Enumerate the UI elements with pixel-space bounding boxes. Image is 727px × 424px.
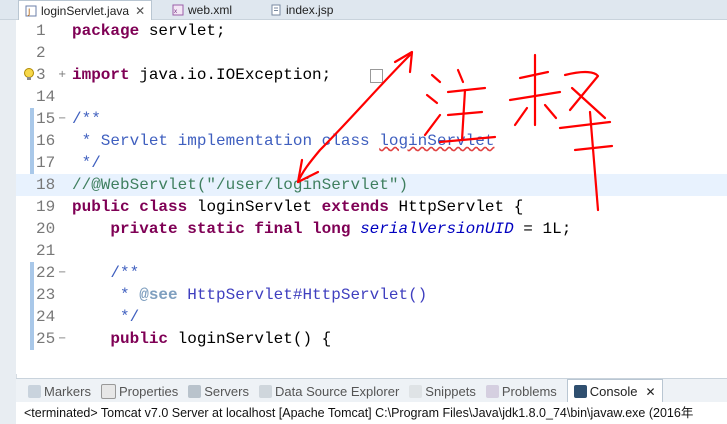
tab-label: loginServlet.java: [41, 4, 130, 18]
jsp-file-icon: [271, 4, 281, 15]
fold-collapse-icon[interactable]: −: [58, 108, 66, 130]
line-number: 19: [36, 198, 56, 216]
line-number: 21: [36, 242, 56, 260]
fold-collapse-icon[interactable]: −: [58, 262, 66, 284]
line-number: 16: [36, 132, 56, 150]
line-number: 2: [36, 44, 46, 62]
code-line: 19 public class loginServlet extends Htt…: [16, 196, 727, 218]
code-text: /**: [110, 264, 140, 282]
code-line: 2: [16, 42, 727, 64]
line-number: 14: [36, 88, 56, 106]
code-line: 3 + import java.io.IOException;: [16, 64, 727, 86]
code-line: 20 private static final long serialVersi…: [16, 218, 727, 240]
line-number: 1: [36, 22, 46, 40]
tab-problems[interactable]: Problems: [485, 384, 557, 399]
code-line: 17 */: [16, 152, 727, 174]
editor-tab-bar: J loginServlet.java ✕ x web.xml index.js…: [0, 0, 727, 21]
code-text: */: [72, 154, 101, 172]
code-line: 14: [16, 86, 727, 108]
code-text: import java.io.IOException;: [72, 66, 332, 84]
code-line: 25 − public loginServlet() {: [16, 328, 727, 350]
data-source-icon: [259, 384, 272, 398]
line-number: 22: [36, 264, 56, 282]
close-icon[interactable]: ✕: [135, 4, 145, 18]
code-editor[interactable]: 1 package servlet; 2 3 + import java.io.…: [16, 20, 727, 374]
line-number: 3: [36, 66, 46, 84]
code-text: //@WebServlet("/user/loginServlet"): [72, 176, 409, 194]
console-icon: [573, 385, 587, 398]
code-text: /**: [72, 110, 101, 128]
line-number: 25: [36, 330, 56, 348]
fold-expand-icon[interactable]: +: [58, 64, 66, 86]
code-text: public loginServlet() {: [110, 330, 332, 348]
code-line: 1 package servlet;: [16, 20, 727, 42]
console-status-line: <terminated> Tomcat v7.0 Server at local…: [16, 402, 727, 424]
line-number: 17: [36, 154, 56, 172]
code-text: * @see HttpServlet#HttpServlet(): [72, 286, 428, 304]
tab-data-source-explorer[interactable]: Data Source Explorer: [259, 384, 399, 399]
snippets-icon: [409, 384, 423, 398]
left-panel-strip: [0, 0, 17, 424]
code-line-current: 18 //@WebServlet("/user/loginServlet"): [16, 174, 727, 196]
tab-servers[interactable]: Servers: [188, 384, 249, 399]
close-icon[interactable]: ✕: [646, 385, 656, 399]
markers-icon: [28, 384, 41, 398]
code-line: 21: [16, 240, 727, 262]
java-file-icon: J: [25, 5, 37, 17]
tab-markers[interactable]: Markers: [28, 384, 91, 399]
line-number: 23: [36, 286, 56, 304]
code-text: package servlet;: [72, 22, 226, 40]
svg-text:x: x: [174, 8, 178, 15]
tab-web-xml[interactable]: x web.xml: [166, 0, 232, 19]
servers-icon: [188, 384, 202, 398]
code-line: 24 */: [16, 306, 727, 328]
tab-label: web.xml: [188, 2, 233, 17]
code-text: private static final long serialVersionU…: [110, 220, 572, 238]
properties-icon: [100, 383, 116, 399]
code-line: 23 * @see HttpServlet#HttpServlet(): [16, 284, 727, 306]
tab-label: index.jsp: [286, 2, 334, 17]
code-line: 22 − /**: [16, 262, 727, 284]
line-number: 24: [36, 308, 56, 326]
tab-properties[interactable]: Properties: [100, 383, 178, 399]
xml-file-icon: x: [172, 4, 184, 15]
fold-collapse-icon[interactable]: −: [58, 328, 66, 350]
code-line: 15 − /**: [16, 108, 727, 130]
problems-icon: [485, 384, 499, 398]
folded-region-icon[interactable]: [370, 69, 383, 83]
line-number: 18: [36, 176, 56, 194]
code-text: public class loginServlet extends HttpSe…: [72, 198, 524, 216]
line-number: 15: [36, 110, 56, 128]
bottom-panel-tabs: Markers Properties Servers Data Source E…: [16, 378, 727, 403]
code-text: * Servlet implementation class loginServ…: [72, 132, 495, 150]
line-number: 20: [36, 220, 56, 238]
tab-loginservlet-java[interactable]: J loginServlet.java ✕: [18, 0, 153, 21]
svg-text:J: J: [27, 8, 30, 17]
code-text: */: [110, 308, 140, 326]
tab-console[interactable]: Console ✕: [566, 379, 663, 403]
code-line: 16 * Servlet implementation class loginS…: [16, 130, 727, 152]
tab-index-jsp[interactable]: index.jsp: [264, 0, 333, 19]
tab-snippets[interactable]: Snippets: [409, 384, 476, 399]
